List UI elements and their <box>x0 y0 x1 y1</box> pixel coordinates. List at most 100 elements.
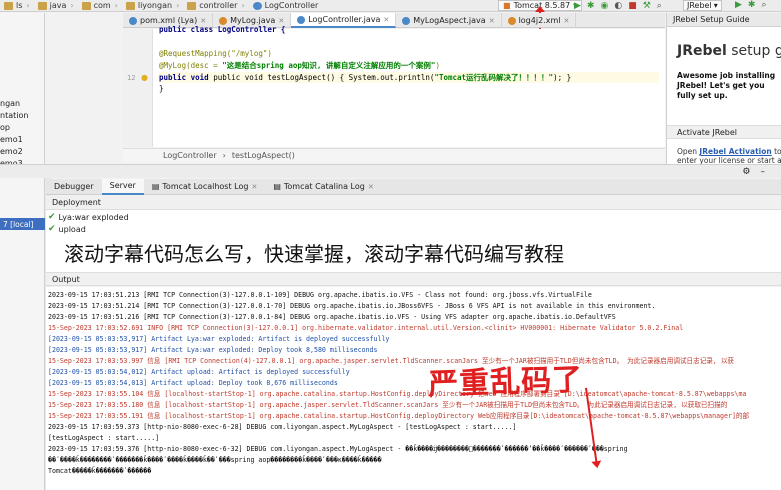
class-icon <box>402 16 411 25</box>
class-icon <box>252 1 262 10</box>
breadcrumb-item[interactable]: com › <box>78 1 122 10</box>
coverage-icon[interactable]: ◉ <box>600 1 608 11</box>
services-tree-item-selected[interactable]: 7 [local] <box>0 218 45 230</box>
tab-debugger[interactable]: Debugger <box>46 179 102 195</box>
jrebel-activate-header[interactable]: Activate JRebel <box>667 125 781 139</box>
services-toolbar: ⚙ – <box>0 164 781 178</box>
project-tree-item[interactable]: emo2 <box>0 147 23 156</box>
deployment-item[interactable]: ✔ Lya:war exploded <box>48 212 129 222</box>
console-line: ��ʹ����ǩ��������ʹ�������ǩ����ʹ����ǩ����ǩ… <box>48 456 382 464</box>
code-line: } <box>159 84 164 93</box>
console-line: 2023-09-15 17:03:51.214 [RMI TCP Connect… <box>48 302 656 310</box>
folder-icon <box>187 1 197 10</box>
class-icon <box>297 15 306 24</box>
jrebel-toolbar: ▶ ✱ ⌕ <box>735 0 767 10</box>
jrebel-select[interactable]: JRebel ▾ <box>683 0 722 11</box>
jrebel-activation-link[interactable]: JRebel Activation <box>699 147 771 156</box>
close-icon[interactable]: ✕ <box>368 183 374 191</box>
console-line: 2023-09-15 17:03:51.216 [RMI TCP Connect… <box>48 313 616 321</box>
search-icon[interactable]: ⌕ <box>657 1 662 11</box>
profile-icon[interactable]: ◐ <box>614 1 622 11</box>
editor-gutter: 12 ● <box>123 29 153 147</box>
close-icon[interactable]: ✕ <box>200 17 206 25</box>
project-tree-item[interactable]: ntation <box>0 111 28 120</box>
project-tree-item[interactable]: emo1 <box>0 135 23 144</box>
output-header: Output <box>46 272 781 286</box>
close-icon[interactable]: ✕ <box>251 183 257 191</box>
console-line: 15-Sep-2023 17:03:55.180 信息 [localhost-s… <box>48 401 728 409</box>
tab-tomcat-catalina-log[interactable]: ▤ Tomcat Catalina Log ✕ <box>265 179 381 195</box>
jrebel-logo: JRebel setup guide <box>677 43 781 59</box>
chevron-down-icon: ▾ <box>713 1 718 10</box>
editor-breadcrumb: LogController › testLogAspect() <box>123 148 665 162</box>
stop-icon[interactable]: ■ <box>628 1 637 11</box>
breadcrumb-item[interactable]: LogController <box>249 1 323 10</box>
xml-icon <box>507 16 516 25</box>
console-line: 15-Sep-2023 17:03:52.691 INFO [RMI TCP C… <box>48 324 684 332</box>
console-line: 15-Sep-2023 17:03:53.997 信息 [RMI TCP Con… <box>48 357 735 365</box>
console-line: 15-Sep-2023 17:03:55.104 信息 [localhost-s… <box>48 390 747 398</box>
jrebel-run-icon[interactable]: ▶ <box>735 0 742 10</box>
check-icon: ✔ <box>48 212 56 222</box>
code-line-current: public void public void testLogAspect() … <box>159 72 659 83</box>
search-icon[interactable]: ⌕ <box>761 0 766 10</box>
minimize-icon[interactable]: – <box>761 167 766 177</box>
line-number: 12 <box>127 74 136 82</box>
console-line: Tomcat�����ǩ�������ʹ������ <box>48 467 152 475</box>
overlay-title: 滚动字幕代码怎么写，快速掌握，滚动字幕代码编写教程 <box>64 242 564 266</box>
console-line: 2023-09-15 17:03:51.213 [RMI TCP Connect… <box>48 291 592 299</box>
jrebel-debug-icon[interactable]: ✱ <box>748 0 756 10</box>
close-icon[interactable]: ✕ <box>563 17 569 25</box>
navigation-bar: ls › java › com › liyongan › controller › Log… <box>0 0 781 12</box>
deployment-header: Deployment <box>46 196 781 210</box>
tab-tomcat-localhost-log[interactable]: ▤ Tomcat Localhost Log ✕ <box>144 179 265 195</box>
project-tree-item[interactable]: ngan <box>0 99 20 108</box>
console-output[interactable]: 2023-09-15 17:03:51.213 [RMI TCP Connect… <box>46 287 781 490</box>
breadcrumb-item[interactable]: java › <box>34 1 78 10</box>
code-line: public class LogController { <box>159 25 286 34</box>
code-line: @MyLog(desc = "这是结合spring aop知识, 讲解自定义注解… <box>159 61 440 70</box>
maven-icon <box>129 16 137 25</box>
folder-icon <box>4 1 13 10</box>
jrebel-panel-title: JRebel Setup Guide <box>667 13 781 27</box>
tab-mylogaspect[interactable]: MyLogAspect.java ✕ <box>396 13 502 28</box>
deployment-item[interactable]: ✔ upload <box>48 224 86 234</box>
breadcrumb-item[interactable]: ls › <box>0 1 34 10</box>
debug-icon[interactable]: ✱ <box>587 1 595 11</box>
services-tree: 7 [local] <box>0 178 45 490</box>
console-line: 2023-09-15 17:03:59.376 [http-nio-8080-e… <box>48 445 628 453</box>
folder-icon <box>37 1 47 10</box>
run-icon[interactable]: ▶ <box>574 1 581 11</box>
folder-icon <box>125 1 135 10</box>
services-tabs: Debugger Server ▤ Tomcat Localhost Log ✕ ▤… <box>46 178 781 195</box>
log-icon: ▤ <box>151 182 160 191</box>
run-toolbar: ▶ ✱ ◉ ◐ ■ ⚒ ⌕ <box>574 0 662 11</box>
tab-server[interactable]: Server <box>101 178 144 195</box>
folder-icon <box>81 1 91 10</box>
console-line: 2023-09-15 17:03:59.373 [http-nio-8080-e… <box>48 423 517 431</box>
console-line: [2023-09-15 05:03:53,917] Artifact Lya:w… <box>48 346 378 354</box>
close-icon[interactable]: ✕ <box>383 16 389 24</box>
project-panel: ngan ntation op emo1 emo2 emo3 <box>0 13 45 173</box>
jrebel-panel: JRebel Setup Guide JRebel setup guide Aw… <box>666 13 781 174</box>
console-line: [testLogAspect : start.....] <box>48 434 160 442</box>
project-tree-item[interactable]: op <box>0 123 10 132</box>
garbled-annotation: 严重乱码了 <box>427 362 584 403</box>
bulb-icon[interactable]: ● <box>141 73 148 82</box>
editor-breadcrumb-item[interactable]: testLogAspect() <box>232 151 295 160</box>
tab-logcontroller[interactable]: LogController.java ✕ <box>291 13 397 28</box>
breadcrumb-item[interactable]: controller › <box>183 1 248 10</box>
breadcrumb-item[interactable]: liyongan › <box>122 1 183 10</box>
tomcat-icon: ■ <box>503 1 511 10</box>
console-line: [2023-09-15 05:03:54,013] Artifact uploa… <box>48 379 338 387</box>
log-icon: ▤ <box>273 182 281 191</box>
code-editor[interactable]: 12 ● public class LogController { @Reque… <box>123 25 665 147</box>
jrebel-message: Awesome job installing JRebel! Let's get… <box>677 71 776 100</box>
close-icon[interactable]: ✕ <box>278 17 284 25</box>
build-icon[interactable]: ⚒ <box>643 1 651 11</box>
close-icon[interactable]: ✕ <box>489 17 495 25</box>
settings-icon[interactable]: ⚙ <box>742 167 750 177</box>
console-line: [2023-09-15 05:03:53,917] Artifact Lya:w… <box>48 335 390 343</box>
editor-breadcrumb-item[interactable]: LogController <box>163 151 217 160</box>
tab-log4j2[interactable]: log4j2.xml ✕ <box>502 13 577 28</box>
